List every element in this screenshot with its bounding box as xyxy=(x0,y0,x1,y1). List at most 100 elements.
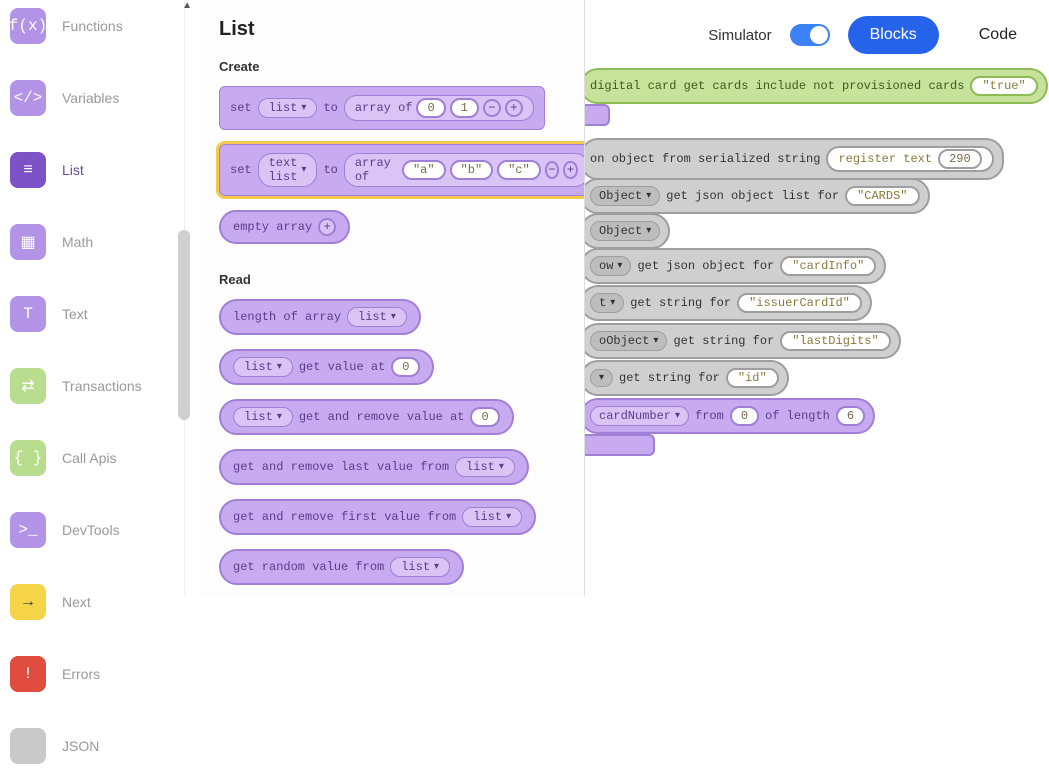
kw-lengthof: length of array xyxy=(233,310,341,324)
block-stub-purple-2[interactable] xyxy=(585,434,655,456)
sidebar-item-next[interactable]: →Next xyxy=(0,576,184,628)
dropdown-object[interactable]: Object xyxy=(590,221,660,241)
sidebar-item-label: Text xyxy=(62,306,88,322)
math-icon: ▦ xyxy=(10,224,46,260)
label: on object from serialized string xyxy=(590,152,820,166)
dropdown-list[interactable]: list xyxy=(462,507,522,527)
label: get string for xyxy=(630,296,731,310)
kw-emptyarray: empty array xyxy=(233,220,312,234)
block-get-json-cardinfo[interactable]: ow get json object for "cardInfo" xyxy=(585,248,886,284)
sidebar-item-variables[interactable]: </>Variables xyxy=(0,72,184,124)
sidebar-item-functions[interactable]: f(x)Functions xyxy=(0,0,184,52)
sidebar-item-call-apis[interactable]: { }Call Apis xyxy=(0,432,184,484)
arg-cardinfo[interactable]: "cardInfo" xyxy=(780,256,876,276)
sidebar-item-list[interactable]: ≡List xyxy=(0,144,184,196)
arg-cards[interactable]: "CARDS" xyxy=(845,186,919,206)
block-remove-first-value[interactable]: get and remove first value from list xyxy=(219,499,536,535)
workspace-canvas[interactable]: digital card get cards include not provi… xyxy=(585,60,1049,595)
scroll-up-arrow[interactable]: ▲ xyxy=(182,0,192,11)
block-get-string-id[interactable]: get string for "id" xyxy=(585,360,789,396)
code-button[interactable]: Code xyxy=(957,16,1039,54)
sidebar-item-math[interactable]: ▦ Math xyxy=(0,216,184,268)
inner-array-of: array of 0 1 − + xyxy=(344,95,534,121)
dropdown-list[interactable]: list xyxy=(347,307,407,327)
str-input-a[interactable]: "a" xyxy=(402,160,446,180)
arg-true[interactable]: "true" xyxy=(970,76,1037,96)
block-json-from-serialized[interactable]: on object from serialized string registe… xyxy=(585,138,1004,180)
kw-set: set xyxy=(230,163,252,177)
call-apis-icon: { } xyxy=(10,440,46,476)
sidebar-item-errors[interactable]: !Errors xyxy=(0,648,184,700)
add-item-button[interactable]: + xyxy=(505,99,523,117)
label: of length xyxy=(765,409,830,423)
dropdown-list[interactable]: list xyxy=(455,457,515,477)
dropdown-list[interactable]: list xyxy=(258,98,318,118)
kw-arrayof: array of xyxy=(355,101,413,115)
dropdown-list[interactable]: list xyxy=(390,557,450,577)
kw-to: to xyxy=(323,163,337,177)
block-get-string-issuercardid[interactable]: t get string for "issuerCardId" xyxy=(585,285,872,321)
blocks-button[interactable]: Blocks xyxy=(848,16,939,54)
sidebar-item-label: Variables xyxy=(62,90,119,106)
block-object-row[interactable]: Object xyxy=(585,213,670,249)
index-input[interactable]: 0 xyxy=(391,357,420,377)
dropdown-cardnumber[interactable]: cardNumber xyxy=(590,406,689,426)
simulator-toggle[interactable] xyxy=(790,24,830,46)
remove-item-button[interactable]: − xyxy=(483,99,501,117)
block-get-string-lastdigits[interactable]: oObject get string for "lastDigits" xyxy=(585,323,901,359)
json-icon xyxy=(10,728,46,764)
sidebar-item-json[interactable]: JSON xyxy=(0,720,184,772)
kw-getremoveat: get and remove value at xyxy=(299,410,465,424)
remove-item-button[interactable]: − xyxy=(545,161,559,179)
index-input[interactable]: 0 xyxy=(470,407,499,427)
label: digital card get cards include not provi… xyxy=(590,79,964,93)
block-get-value-at[interactable]: list get value at 0 xyxy=(219,349,434,385)
kw-set: set xyxy=(230,101,252,115)
num-input-1[interactable]: 1 xyxy=(450,98,479,118)
block-length-of-array[interactable]: length of array list xyxy=(219,299,421,335)
sidebar-item-label: Math xyxy=(62,234,93,250)
str-input-b[interactable]: "b" xyxy=(450,160,494,180)
add-item-button[interactable]: + xyxy=(563,161,577,179)
dropdown-ow[interactable]: ow xyxy=(590,256,631,276)
block-empty-array[interactable]: empty array + xyxy=(219,210,350,244)
sidebar-item-text[interactable]: TText xyxy=(0,288,184,340)
devtools-icon: >_ xyxy=(10,512,46,548)
kw-removelast: get and remove last value from xyxy=(233,460,449,474)
block-substring-cardnumber[interactable]: cardNumber from 0 of length 6 xyxy=(585,398,875,434)
flyout-title: List xyxy=(219,18,564,41)
sidebar-item-label: DevTools xyxy=(62,522,120,538)
block-get-json-list-cards[interactable]: Object get json object list for "CARDS" xyxy=(585,178,930,214)
arg-register-text: register text 290 xyxy=(826,146,993,172)
sidebar-scrollbar[interactable] xyxy=(178,230,190,420)
dropdown-oobject[interactable]: oObject xyxy=(590,331,667,351)
add-item-button[interactable]: + xyxy=(318,218,336,236)
num-input-0[interactable]: 0 xyxy=(416,98,445,118)
block-random-value[interactable]: get random value from list xyxy=(219,549,464,585)
arg-issuercardid[interactable]: "issuerCardId" xyxy=(737,293,862,313)
dropdown-object[interactable]: Object xyxy=(590,186,660,206)
label: register text xyxy=(838,152,932,166)
block-set-list-array-numbers[interactable]: set list to array of 0 1 − + xyxy=(219,86,545,130)
str-input-c[interactable]: "c" xyxy=(497,160,541,180)
arg-length-6[interactable]: 6 xyxy=(836,406,865,426)
kw-random: get random value from xyxy=(233,560,384,574)
sidebar-item-transactions[interactable]: ⇄Transactions xyxy=(0,360,184,412)
sidebar-item-label: Errors xyxy=(62,666,100,682)
block-get-remove-value-at[interactable]: list get and remove value at 0 xyxy=(219,399,514,435)
dropdown-list[interactable]: list xyxy=(233,407,293,427)
block-remove-last-value[interactable]: get and remove last value from list xyxy=(219,449,529,485)
arg-id[interactable]: "id" xyxy=(726,368,779,388)
dropdown-list[interactable]: list xyxy=(233,357,293,377)
num-290[interactable]: 290 xyxy=(938,149,982,169)
arg-lastdigits[interactable]: "lastDigits" xyxy=(780,331,890,351)
dropdown-textlist[interactable]: text list xyxy=(258,153,318,187)
dropdown-blank[interactable] xyxy=(590,369,613,387)
section-create: Create xyxy=(219,59,564,74)
dropdown-t[interactable]: t xyxy=(590,293,624,313)
block-set-textlist-array-strings[interactable]: set text list to array of "a" "b" "c" − … xyxy=(219,144,585,196)
block-digital-card-get-cards[interactable]: digital card get cards include not provi… xyxy=(585,68,1048,104)
arg-from-0[interactable]: 0 xyxy=(730,406,759,426)
block-stub-purple[interactable] xyxy=(585,104,610,126)
sidebar-item-devtools[interactable]: >_ DevTools xyxy=(0,504,184,556)
